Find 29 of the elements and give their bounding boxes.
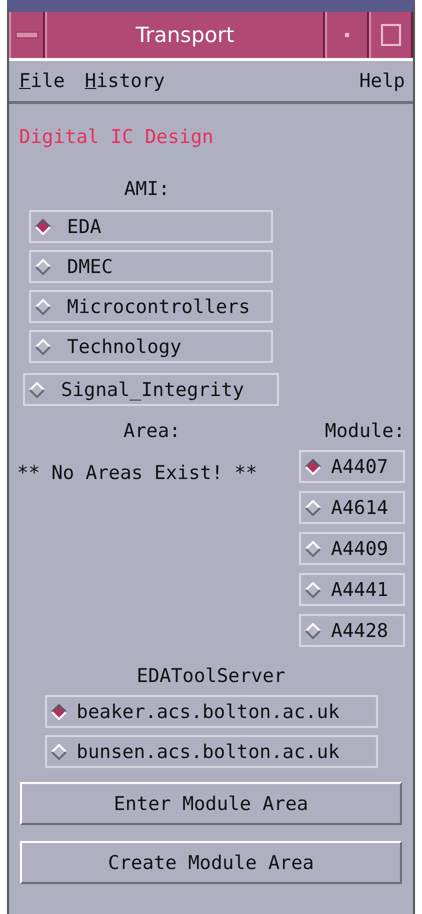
menu-item[interactable]: File bbox=[19, 70, 65, 92]
section-label: Area: bbox=[122, 420, 182, 442]
radio-option[interactable]: A4409 bbox=[299, 532, 405, 565]
menu-item[interactable]: Help bbox=[359, 70, 405, 92]
section-label: EDAToolServer bbox=[136, 665, 286, 687]
menu-item[interactable]: History bbox=[84, 70, 165, 92]
radio-option[interactable]: Signal_Integrity bbox=[23, 373, 279, 406]
square-icon bbox=[381, 24, 401, 46]
empty-message: ** No Areas Exist! ** bbox=[17, 462, 258, 484]
radio-option[interactable]: A4441 bbox=[299, 573, 405, 606]
radio-option[interactable]: EDA bbox=[29, 210, 273, 243]
radio-option[interactable]: A4614 bbox=[299, 491, 405, 524]
radio-option[interactable]: beaker.acs.bolton.ac.uk bbox=[44, 695, 378, 728]
radio-option[interactable]: A4428 bbox=[299, 614, 405, 647]
radio-option[interactable]: A4407 bbox=[299, 450, 405, 483]
radio-option[interactable]: Microcontrollers bbox=[29, 290, 273, 323]
radio-option[interactable]: DMEC bbox=[29, 250, 273, 283]
section-label: Module: bbox=[324, 420, 405, 442]
action-button[interactable]: Create Module Area bbox=[20, 841, 402, 884]
app-heading: Digital IC Design bbox=[19, 126, 214, 148]
radio-option[interactable]: Technology bbox=[29, 330, 273, 363]
minimize-button[interactable] bbox=[325, 12, 369, 58]
window-menu-button[interactable] bbox=[9, 12, 45, 58]
action-button[interactable]: Enter Module Area bbox=[20, 782, 402, 825]
section-label: AMI: bbox=[123, 178, 171, 200]
minus-icon bbox=[16, 32, 38, 38]
maximize-button[interactable] bbox=[369, 12, 413, 58]
radio-option[interactable]: bunsen.acs.bolton.ac.uk bbox=[44, 735, 378, 768]
window-title: Transport bbox=[45, 12, 325, 58]
